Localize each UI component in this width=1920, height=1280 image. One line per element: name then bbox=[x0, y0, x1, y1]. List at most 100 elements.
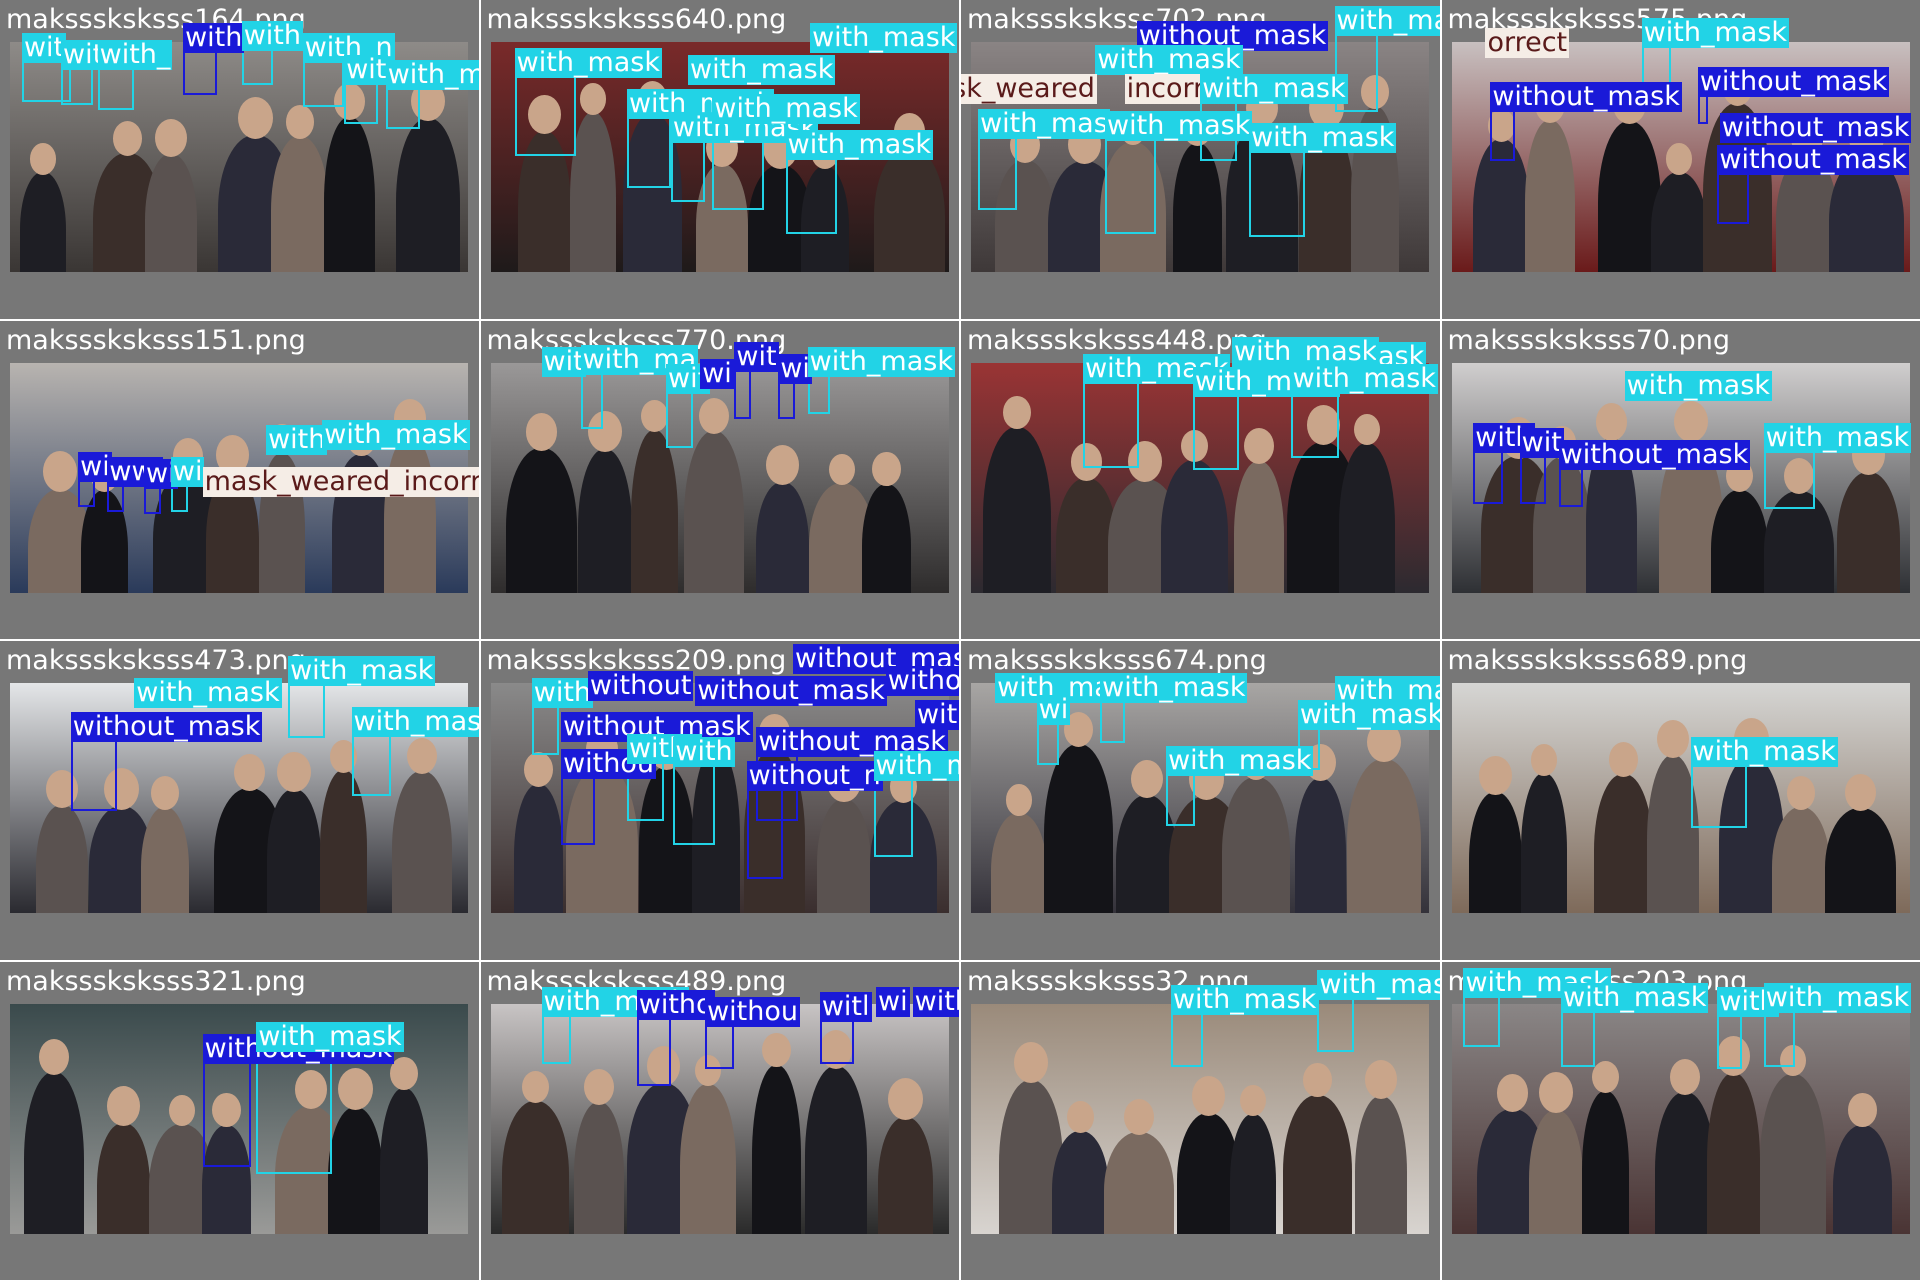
detection-label: without bbox=[885, 666, 959, 697]
detection-box bbox=[1717, 1015, 1742, 1070]
person-silhouette bbox=[877, 1116, 933, 1234]
detection-box bbox=[541, 1015, 571, 1065]
image-tile: maksssksksss448.png with_mask with_mask ask… bbox=[961, 320, 1440, 639]
person-silhouette bbox=[392, 771, 453, 913]
detection-label: with_mask bbox=[873, 751, 959, 782]
image-filename: maksssksksss473.png bbox=[6, 645, 306, 676]
detection-label: wi bbox=[1036, 694, 1071, 726]
face bbox=[238, 96, 274, 139]
detection-box bbox=[1463, 995, 1501, 1048]
face bbox=[829, 453, 856, 486]
detection-label: with_mask bbox=[785, 129, 933, 161]
detection-box bbox=[705, 1025, 735, 1070]
person-silhouette bbox=[570, 112, 617, 272]
detection-label: with_mas bbox=[978, 107, 1110, 139]
image-tile: maksssksksss32.png with_mask with_mas bbox=[961, 961, 1440, 1280]
person-silhouette bbox=[396, 118, 461, 272]
image-tile: maksssksksss674.png with_mask wi with_mask w… bbox=[961, 641, 1440, 960]
person-silhouette bbox=[805, 1065, 868, 1234]
image-tile: maksssksksss702.pngwithout_maskwith_mask… bbox=[961, 0, 1440, 319]
prediction-mosaic: maksssksksss164.png wit wit with_ with with wi… bbox=[0, 0, 1920, 1280]
person-silhouette bbox=[505, 447, 577, 593]
person-silhouette bbox=[983, 426, 1051, 593]
face bbox=[698, 397, 729, 434]
person-silhouette bbox=[20, 172, 66, 272]
person-silhouette bbox=[861, 483, 911, 593]
face bbox=[337, 1068, 373, 1110]
detection-label: wit bbox=[734, 341, 779, 373]
image-filename: maksssksksss321.png bbox=[6, 965, 306, 997]
person-silhouette bbox=[1593, 774, 1653, 913]
detection-box bbox=[666, 392, 693, 449]
detection-box bbox=[302, 60, 345, 108]
face bbox=[1014, 1042, 1048, 1083]
detection-box bbox=[746, 789, 784, 880]
detection-box bbox=[580, 372, 603, 429]
detection-box bbox=[1763, 1010, 1796, 1067]
detection-box bbox=[1290, 392, 1340, 458]
image-filename: maksssksksss151.png bbox=[6, 324, 306, 356]
detection-label: with bbox=[241, 19, 303, 51]
detection-box bbox=[97, 68, 135, 110]
detection-label: without_n bbox=[746, 760, 883, 792]
detection-box bbox=[1490, 109, 1515, 161]
person-silhouette bbox=[817, 799, 872, 913]
detection-label: without_mask bbox=[1558, 438, 1751, 470]
person-silhouette bbox=[1654, 1091, 1715, 1234]
detection-box bbox=[1558, 467, 1584, 507]
detection-label: mask_weared bbox=[961, 74, 1097, 105]
detection-box bbox=[1763, 450, 1816, 510]
person-silhouette bbox=[323, 117, 375, 272]
detection-label: with_mask bbox=[1200, 73, 1348, 105]
face bbox=[1496, 1074, 1528, 1112]
person-silhouette bbox=[1836, 471, 1900, 593]
detection-box bbox=[1317, 998, 1355, 1053]
detection-box bbox=[670, 141, 706, 203]
detection-box bbox=[1105, 138, 1157, 235]
detection-label: with_mask bbox=[1249, 122, 1397, 154]
image-tile: maksssksksss164.png wit wit with_ with with wi… bbox=[0, 0, 479, 319]
person-silhouette bbox=[1221, 777, 1290, 913]
detection-label: wit bbox=[21, 31, 67, 63]
face bbox=[1478, 755, 1512, 796]
person-silhouette bbox=[270, 136, 329, 272]
person-silhouette bbox=[1043, 744, 1113, 913]
face bbox=[525, 413, 557, 451]
person-silhouette bbox=[513, 784, 563, 913]
image-filename: maksssksksss689.png bbox=[1447, 645, 1748, 676]
person-silhouette bbox=[96, 1122, 150, 1234]
person-silhouette bbox=[1161, 459, 1229, 593]
detection-label: with bbox=[673, 735, 735, 767]
detection-box bbox=[256, 1049, 332, 1174]
detection-label: with_mask bbox=[514, 46, 663, 78]
detection-label: without_mask bbox=[1697, 66, 1890, 98]
detection-label: without_mask bbox=[695, 674, 887, 706]
detection-box bbox=[1519, 455, 1547, 505]
detection-box bbox=[734, 370, 752, 419]
detection-label: with_mask bbox=[807, 346, 955, 378]
image-tile: maksssksksss151.png with with_mask wi wwi wi w… bbox=[0, 320, 479, 639]
person-silhouette bbox=[1282, 1094, 1352, 1234]
face bbox=[1673, 401, 1708, 442]
person-silhouette bbox=[1832, 1124, 1892, 1234]
face bbox=[1539, 1072, 1574, 1113]
face bbox=[234, 753, 266, 792]
person-silhouette bbox=[1824, 808, 1896, 913]
detection-label: wit bbox=[541, 346, 586, 378]
detection-box bbox=[561, 776, 596, 846]
detection-box bbox=[241, 48, 274, 86]
detection-label: wit bbox=[344, 53, 389, 85]
face bbox=[871, 451, 901, 487]
detection-box bbox=[1170, 1013, 1203, 1067]
face bbox=[43, 451, 77, 492]
detection-label: with_mask bbox=[712, 92, 860, 124]
face bbox=[1591, 1060, 1619, 1094]
face bbox=[1787, 776, 1816, 810]
detection-label: mask_weared_incorrect bbox=[202, 466, 479, 497]
detection-label: withou bbox=[705, 996, 801, 1028]
person-silhouette bbox=[24, 1071, 84, 1234]
face bbox=[1608, 742, 1638, 777]
detection-label: with_mask bbox=[1100, 672, 1248, 704]
face bbox=[580, 83, 607, 115]
person-silhouette bbox=[1347, 759, 1422, 913]
